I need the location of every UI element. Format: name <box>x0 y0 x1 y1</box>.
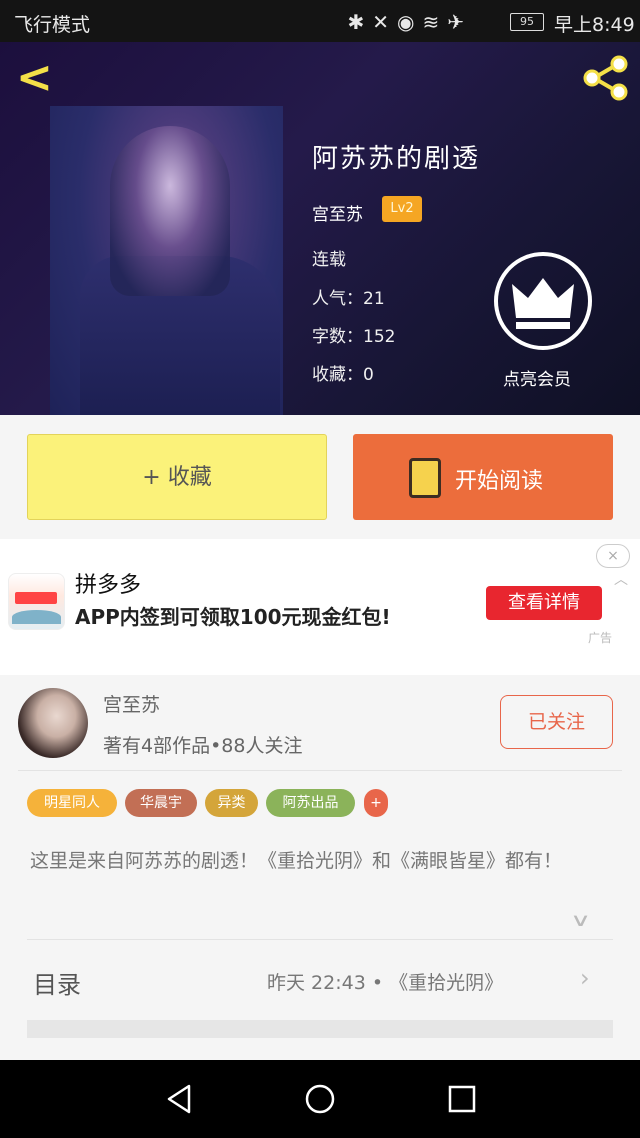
tag-chip[interactable]: 阿苏出品 <box>266 789 355 817</box>
author-meta: 著有4部作品•88人关注 <box>103 735 303 757</box>
book-icon <box>409 458 441 498</box>
divider <box>27 939 613 940</box>
start-reading-label: 开始阅读 <box>455 469 544 494</box>
divider <box>27 1020 613 1038</box>
nav-recents-icon[interactable] <box>445 1082 479 1116</box>
status-bar: 飞行模式 ✱✕◉≋✈ 95 早上8:49 <box>0 0 640 42</box>
divider <box>18 770 622 771</box>
back-icon[interactable]: < <box>16 56 53 100</box>
toc-label: 目录 <box>33 971 81 999</box>
ad-description: APP内签到可领取100元现金红包! <box>75 605 391 629</box>
ad-banner[interactable]: 拼多多 APP内签到可领取100元现金红包! 查看详情 × ︿ 广告 <box>0 539 640 675</box>
crown-icon <box>512 278 574 329</box>
clock: 早上8:49 <box>554 14 635 36</box>
book-word-count: 字数：152 <box>312 327 396 347</box>
system-nav-bar <box>0 1060 640 1138</box>
ad-close-icon[interactable]: × <box>596 544 630 568</box>
ad-title: 拼多多 <box>75 573 142 598</box>
book-hero: < 阿苏苏的剧透 宫至苏 Lv2 连载 人气：21 字数：152 收藏：0 点亮… <box>0 42 640 415</box>
ad-label: 广告 <box>588 631 613 645</box>
tag-chip[interactable]: 异类 <box>205 789 258 817</box>
ad-app-logo <box>8 573 65 630</box>
mute-icon: ✕ <box>372 10 398 34</box>
chevron-down-icon[interactable]: ∨ <box>570 910 591 931</box>
bluetooth-icon: ✱ <box>347 10 373 34</box>
follow-button[interactable]: 已关注 <box>500 695 613 749</box>
status-icons: ✱✕◉≋✈ <box>347 10 472 34</box>
author-level-badge: Lv2 <box>382 196 422 222</box>
book-cover-image[interactable] <box>50 106 283 415</box>
book-popularity: 人气：21 <box>312 289 385 309</box>
toc-latest-chapter: 昨天 22:43 • 《重拾光阴》 <box>267 972 504 994</box>
add-favorite-button[interactable]: + 收藏 <box>27 434 327 520</box>
vip-label[interactable]: 点亮会员 <box>503 365 571 390</box>
chevron-right-icon[interactable]: › <box>580 964 590 992</box>
tag-chip[interactable]: 华晨宇 <box>125 789 197 817</box>
airplane-mode-text: 飞行模式 <box>14 14 91 36</box>
nav-home-icon[interactable] <box>303 1082 337 1116</box>
eye-icon: ◉ <box>397 10 423 34</box>
book-author[interactable]: 宫至苏 <box>312 200 363 225</box>
tag-chip[interactable]: 明星同人 <box>27 789 117 817</box>
airplane-icon: ✈ <box>447 10 472 34</box>
vip-crown-button[interactable] <box>494 252 592 350</box>
book-title: 阿苏苏的剧透 <box>312 144 481 174</box>
ad-details-button[interactable]: 查看详情 <box>486 586 602 620</box>
ad-collapse-icon[interactable]: ︿ <box>614 569 628 589</box>
book-status: 连载 <box>312 250 346 270</box>
book-description: 这里是来自阿苏苏的剧透！《重拾光阴》和《满眼皆星》都有！ <box>30 850 563 872</box>
wifi-icon: ≋ <box>422 10 448 34</box>
author-name[interactable]: 宫至苏 <box>103 690 160 717</box>
author-avatar[interactable] <box>18 688 88 758</box>
share-icon[interactable] <box>580 54 630 102</box>
start-reading-button[interactable]: 开始阅读 <box>353 434 613 520</box>
add-tag-button[interactable]: + <box>364 789 388 817</box>
nav-back-icon[interactable] <box>163 1082 197 1116</box>
book-favorites-count: 收藏：0 <box>312 365 374 385</box>
battery-icon: 95 <box>510 13 544 31</box>
